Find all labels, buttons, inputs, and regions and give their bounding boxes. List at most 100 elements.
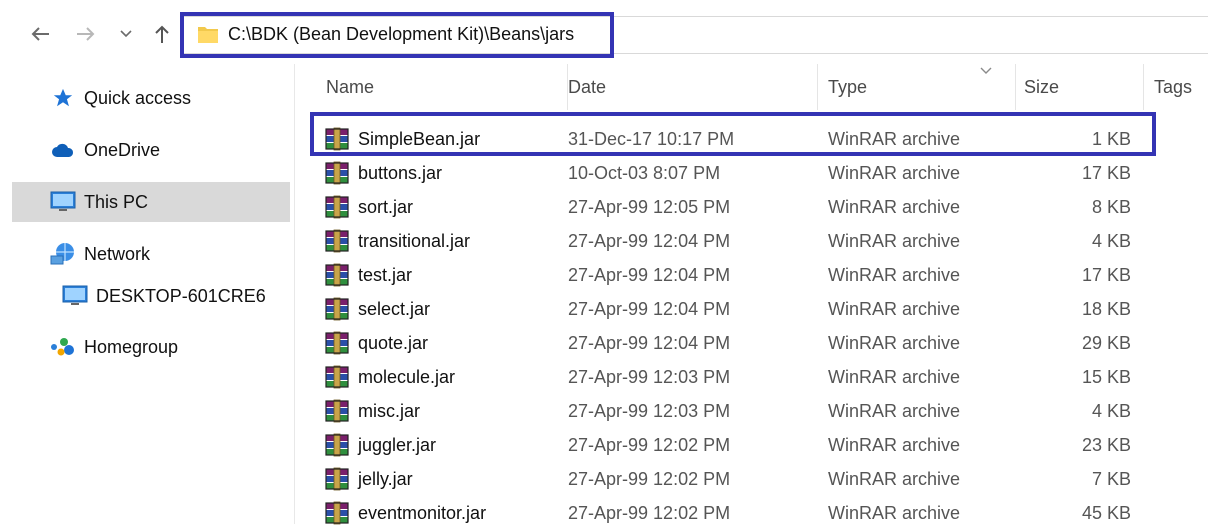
winrar-archive-icon xyxy=(324,467,354,491)
chevron-down-icon xyxy=(120,30,132,38)
file-date: 27-Apr-99 12:02 PM xyxy=(568,469,731,489)
winrar-archive-icon xyxy=(324,365,354,389)
file-name: eventmonitor.jar xyxy=(358,503,487,523)
file-row[interactable]: quote.jar 27-Apr-99 12:04 PM WinRAR arch… xyxy=(300,326,1208,360)
winrar-archive-icon xyxy=(324,433,354,457)
winrar-archive-icon xyxy=(324,331,354,355)
sidebar-item-label: Homegroup xyxy=(84,336,179,357)
homegroup-icon xyxy=(48,335,78,359)
file-row[interactable]: transitional.jar 27-Apr-99 12:04 PM WinR… xyxy=(300,224,1208,258)
file-date: 27-Apr-99 12:05 PM xyxy=(568,197,731,217)
file-row[interactable]: molecule.jar 27-Apr-99 12:03 PM WinRAR a… xyxy=(300,360,1208,394)
file-name: molecule.jar xyxy=(358,367,456,387)
file-row[interactable]: test.jar 27-Apr-99 12:04 PM WinRAR archi… xyxy=(300,258,1208,292)
back-button[interactable] xyxy=(26,20,54,48)
file-size: 7 KB xyxy=(1091,469,1131,489)
file-name: jelly.jar xyxy=(358,469,413,489)
file-date: 27-Apr-99 12:04 PM xyxy=(568,265,731,285)
file-type: WinRAR archive xyxy=(828,367,961,387)
file-size: 15 KB xyxy=(1081,367,1131,387)
file-name: test.jar xyxy=(358,265,413,285)
file-date: 27-Apr-99 12:03 PM xyxy=(568,367,731,387)
forward-button[interactable] xyxy=(72,20,100,48)
arrow-right-icon xyxy=(77,27,95,41)
star-icon xyxy=(48,86,78,110)
file-row[interactable]: eventmonitor.jar 27-Apr-99 12:02 PM WinR… xyxy=(300,496,1208,530)
address-path[interactable]: C:\BDK (Bean Development Kit)\Beans\jars xyxy=(228,24,574,45)
file-row[interactable]: buttons.jar 10-Oct-03 8:07 PM WinRAR arc… xyxy=(300,156,1208,190)
file-type: WinRAR archive xyxy=(828,435,961,455)
sidebar-item-onedrive[interactable]: OneDrive xyxy=(48,130,160,170)
column-header-size[interactable]: Size xyxy=(1016,64,1144,110)
arrow-left-icon xyxy=(31,27,49,41)
winrar-archive-icon xyxy=(324,161,354,185)
file-row[interactable]: misc.jar 27-Apr-99 12:03 PM WinRAR archi… xyxy=(300,394,1208,428)
navigation-bar: C:\BDK (Bean Development Kit)\Beans\jars xyxy=(0,0,1208,64)
file-date: 27-Apr-99 12:02 PM xyxy=(568,503,731,523)
network-icon xyxy=(48,242,78,266)
winrar-archive-icon xyxy=(324,229,354,253)
sidebar-item-label: OneDrive xyxy=(84,139,161,160)
file-type: WinRAR archive xyxy=(828,197,961,217)
file-size: 45 KB xyxy=(1081,503,1131,523)
file-name: select.jar xyxy=(358,299,431,319)
pane-divider xyxy=(294,64,295,524)
file-date: 27-Apr-99 12:04 PM xyxy=(568,333,731,353)
file-type: WinRAR archive xyxy=(828,265,961,285)
recent-locations-button[interactable] xyxy=(114,20,138,48)
file-size: 8 KB xyxy=(1091,197,1131,217)
file-type: WinRAR archive xyxy=(828,231,961,251)
file-type: WinRAR archive xyxy=(828,401,961,421)
file-size: 23 KB xyxy=(1081,435,1131,455)
file-name: juggler.jar xyxy=(358,435,437,455)
file-type: WinRAR archive xyxy=(828,503,961,523)
file-name: buttons.jar xyxy=(358,163,443,183)
cloud-icon xyxy=(48,138,78,162)
file-date: 27-Apr-99 12:02 PM xyxy=(568,435,731,455)
selected-file-highlight-box xyxy=(310,112,1156,156)
winrar-archive-icon xyxy=(324,297,354,321)
file-row[interactable]: select.jar 27-Apr-99 12:04 PM WinRAR arc… xyxy=(300,292,1208,326)
column-header-type[interactable]: Type xyxy=(820,64,1016,110)
file-name: misc.jar xyxy=(358,401,420,421)
sidebar-item-quick-access[interactable]: Quick access xyxy=(48,78,191,118)
winrar-archive-icon xyxy=(324,263,354,287)
file-name: sort.jar xyxy=(358,197,414,217)
file-size: 4 KB xyxy=(1091,231,1131,251)
file-size: 4 KB xyxy=(1091,401,1131,421)
sidebar-item-label: Network xyxy=(84,243,151,264)
winrar-archive-icon xyxy=(324,195,354,219)
file-type: WinRAR archive xyxy=(828,469,961,489)
file-type: WinRAR archive xyxy=(828,299,961,319)
sidebar-item-label: Quick access xyxy=(84,87,192,108)
sidebar-item-this-pc[interactable]: This PC xyxy=(12,182,290,222)
sidebar-item-desktop[interactable]: DESKTOP-601CRE6 xyxy=(60,276,266,316)
column-header-date[interactable]: Date xyxy=(560,64,818,110)
file-type: WinRAR archive xyxy=(828,163,961,183)
monitor-icon xyxy=(48,190,78,214)
file-row[interactable]: jelly.jar 27-Apr-99 12:02 PM WinRAR arch… xyxy=(300,462,1208,496)
file-row[interactable]: juggler.jar 27-Apr-99 12:02 PM WinRAR ar… xyxy=(300,428,1208,462)
file-date: 27-Apr-99 12:04 PM xyxy=(568,231,731,251)
sidebar-item-label: DESKTOP-601CRE6 xyxy=(96,285,266,306)
file-size: 17 KB xyxy=(1081,163,1131,183)
folder-icon xyxy=(196,22,220,51)
file-name: transitional.jar xyxy=(358,231,471,251)
monitor-icon xyxy=(60,284,90,308)
file-size: 18 KB xyxy=(1081,299,1131,319)
file-date: 27-Apr-99 12:03 PM xyxy=(568,401,731,421)
winrar-archive-icon xyxy=(324,501,354,525)
sidebar-item-network[interactable]: Network xyxy=(48,234,150,274)
arrow-up-icon xyxy=(155,25,169,43)
file-size: 17 KB xyxy=(1081,265,1131,285)
file-row[interactable]: sort.jar 27-Apr-99 12:05 PM WinRAR archi… xyxy=(300,190,1208,224)
file-type: WinRAR archive xyxy=(828,333,961,353)
file-size: 29 KB xyxy=(1081,333,1131,353)
up-button[interactable] xyxy=(148,20,176,48)
navigation-pane: Quick access OneDrive This PC Network DE… xyxy=(0,64,300,524)
column-header-name[interactable]: Name xyxy=(318,64,568,110)
sidebar-item-homegroup[interactable]: Homegroup xyxy=(48,327,178,367)
file-date: 10-Oct-03 8:07 PM xyxy=(568,163,721,183)
column-header-tags[interactable]: Tags xyxy=(1146,64,1208,110)
file-date: 27-Apr-99 12:04 PM xyxy=(568,299,731,319)
